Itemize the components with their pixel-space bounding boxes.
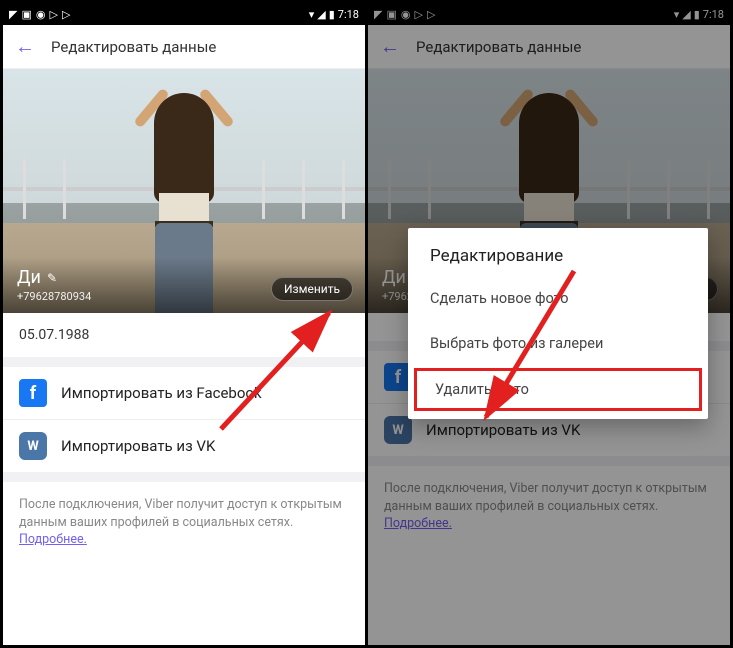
import-vk-button[interactable]: W Импортировать из VK xyxy=(3,419,365,472)
viber-icon: ◉ xyxy=(36,8,46,21)
take-new-photo-option[interactable]: Сделать новое фото xyxy=(408,276,708,321)
profile-photo[interactable]: Ди ✎ +79628780934 Изменить xyxy=(3,69,365,313)
back-arrow-icon[interactable]: ← xyxy=(15,34,35,59)
send-icon: ◤ xyxy=(9,8,17,21)
play-icon: ▷ xyxy=(49,8,57,21)
dialog-title: Редактирование xyxy=(408,246,708,276)
import-facebook-button[interactable]: f Импортировать из Facebook xyxy=(3,367,365,419)
change-photo-button[interactable]: Изменить xyxy=(271,277,353,301)
choose-from-gallery-option[interactable]: Выбрать фото из галереи xyxy=(408,321,708,366)
footer-text: После подключения, Viber получит доступ … xyxy=(3,482,365,563)
edit-photo-dialog: Редактирование Сделать новое фото Выбрат… xyxy=(408,228,708,419)
birthday-field[interactable]: 05.07.1988 xyxy=(3,313,365,357)
vk-icon: W xyxy=(19,432,47,460)
import-facebook-label: Импортировать из Facebook xyxy=(61,384,262,402)
delete-photo-option[interactable]: Удалить фото xyxy=(414,368,702,411)
import-vk-label: Импортировать из VK xyxy=(61,437,215,455)
app-bar: ← Редактировать данные xyxy=(3,25,365,69)
status-time: 7:18 xyxy=(338,8,359,21)
phone-screen-right: ◤ ▣ ◉ ▷ ▷ ▾ ◢ ▮ 7:18 ← Редактировать дан… xyxy=(368,3,730,645)
facebook-icon: f xyxy=(19,379,47,407)
battery-icon: ▮ xyxy=(329,8,335,21)
signal-icon: ◢ xyxy=(317,8,325,21)
wifi-icon: ▾ xyxy=(309,8,315,21)
status-bar: ◤ ▣ ◉ ▷ ▷ ▾ ◢ ▮ 7:18 xyxy=(3,3,365,25)
learn-more-link[interactable]: Подробнее. xyxy=(19,532,87,547)
page-title: Редактировать данные xyxy=(51,38,216,56)
phone-screen-left: ◤ ▣ ◉ ▷ ▷ ▾ ◢ ▮ 7:18 ← Редактировать дан… xyxy=(3,3,365,645)
divider xyxy=(3,357,365,367)
divider xyxy=(3,472,365,482)
pencil-icon[interactable]: ✎ xyxy=(47,271,57,285)
play-icon: ▷ xyxy=(62,8,70,21)
camera-icon: ▣ xyxy=(21,8,31,21)
profile-name: Ди xyxy=(17,267,41,288)
